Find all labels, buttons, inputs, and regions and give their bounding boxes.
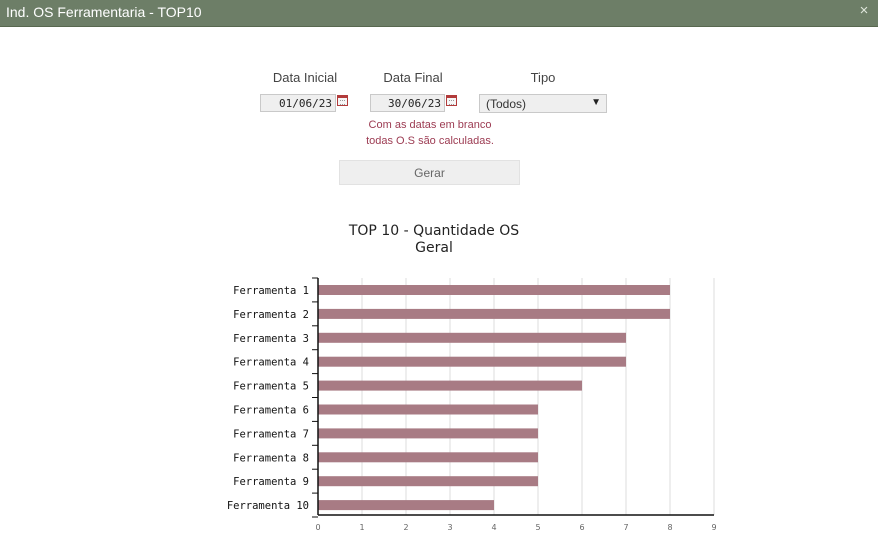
category-label: Ferramenta 5 bbox=[233, 381, 309, 393]
x-tick-label: 3 bbox=[447, 523, 452, 532]
bar bbox=[318, 452, 538, 463]
category-label: Ferramenta 9 bbox=[233, 476, 309, 488]
category-label: Ferramenta 1 bbox=[233, 285, 309, 297]
category-label: Ferramenta 7 bbox=[233, 428, 309, 440]
category-label: Ferramenta 2 bbox=[233, 309, 309, 321]
x-tick-label: 9 bbox=[711, 523, 716, 532]
category-label: Ferramenta 8 bbox=[233, 452, 309, 464]
x-tick-label: 6 bbox=[579, 523, 584, 532]
x-tick-label: 5 bbox=[535, 523, 540, 532]
x-tick-label: 8 bbox=[667, 523, 672, 532]
category-label: Ferramenta 3 bbox=[233, 333, 309, 345]
x-tick-label: 4 bbox=[491, 523, 496, 532]
x-tick-label: 2 bbox=[403, 523, 408, 532]
bar bbox=[318, 404, 538, 415]
category-label: Ferramenta 6 bbox=[233, 405, 309, 417]
bar bbox=[318, 380, 582, 391]
bar bbox=[318, 356, 626, 367]
category-label: Ferramenta 10 bbox=[227, 500, 309, 512]
category-label: Ferramenta 4 bbox=[233, 357, 309, 369]
x-tick-label: 0 bbox=[315, 523, 320, 532]
bar bbox=[318, 428, 538, 439]
bar-chart: Ferramenta 1 Ferramenta 2 Ferramenta 3 Ferr… bbox=[227, 277, 717, 532]
bar bbox=[318, 332, 626, 343]
x-tick-label: 7 bbox=[623, 523, 628, 532]
x-tick-label: 1 bbox=[359, 523, 364, 532]
bar bbox=[318, 476, 538, 487]
bar bbox=[318, 500, 494, 511]
bar bbox=[318, 308, 670, 319]
bar bbox=[318, 285, 670, 295]
